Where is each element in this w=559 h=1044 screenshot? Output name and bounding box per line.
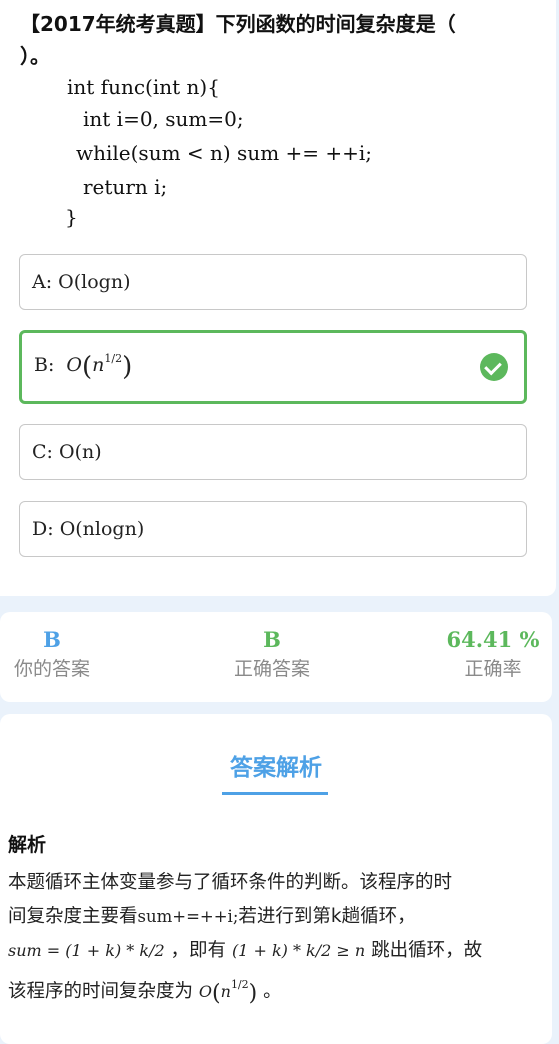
check-circle-icon [480,353,508,381]
option-a[interactable]: A: O(logn) [19,254,527,310]
code-line: int i=0, sum=0; [83,107,244,131]
answer-stats-card: B 你的答案 B 正确答案 64.41 % 正确率 [0,612,552,702]
option-b-text: B: O(n1/2) [34,352,133,382]
analysis-header-underline [222,792,328,795]
analysis-line: 该程序的时间复杂度为 O(n1/2) 。 [8,978,282,1006]
analysis-line: 间复杂度主要看sum+=++i;若进行到第k趟循环， [8,906,416,927]
analysis-line: 本题循环主体变量参与了循环条件的判断。该程序的时 [8,872,453,893]
option-d-text: D: O(nlogn) [32,518,145,540]
correct-answer-value: B [263,627,281,652]
option-c[interactable]: C: O(n) [19,424,527,480]
analysis-body: 本题循环主体变量参与了循环条件的判断。该程序的时 间复杂度主要看sum+=++i… [8,866,548,1011]
accuracy-label: 正确率 [464,658,522,680]
analysis-subtitle: 解析 [8,834,47,856]
question-card: 【2017年统考真题】下列函数的时间复杂度是（ ）。 int func(int … [0,0,556,596]
question-title-line2: ）。 [20,44,50,68]
question-title-line1: 【2017年统考真题】下列函数的时间复杂度是（ [20,12,456,36]
option-b[interactable]: B: O(n1/2) [19,330,527,404]
analysis-card: 答案解析 解析 本题循环主体变量参与了循环条件的判断。该程序的时 间复杂度主要看… [0,714,552,1044]
analysis-header: 答案解析 [230,755,322,781]
correct-answer-stat: B 正确答案 [222,626,322,684]
question-title: 【2017年统考真题】下列函数的时间复杂度是（ ）。 [20,8,530,72]
code-line: while(sum < n) sum += ++i; [76,141,373,165]
accuracy-stat: 64.41 % 正确率 [440,626,546,684]
option-d[interactable]: D: O(nlogn) [19,501,527,557]
analysis-line: sum = (1 + k) * k/2 ，即有 (1 + k) * k/2 ≥ … [8,940,483,961]
option-c-text: C: O(n) [32,441,102,463]
code-line: } [65,205,78,229]
your-answer-stat: B 你的答案 [6,626,98,684]
your-answer-label: 你的答案 [13,658,90,680]
option-a-text: A: O(logn) [32,271,131,293]
correct-answer-label: 正确答案 [233,658,310,680]
code-line: int func(int n){ [67,75,220,99]
your-answer-value: B [43,627,61,652]
accuracy-value: 64.41 % [446,627,540,652]
code-line: return i; [83,175,168,199]
